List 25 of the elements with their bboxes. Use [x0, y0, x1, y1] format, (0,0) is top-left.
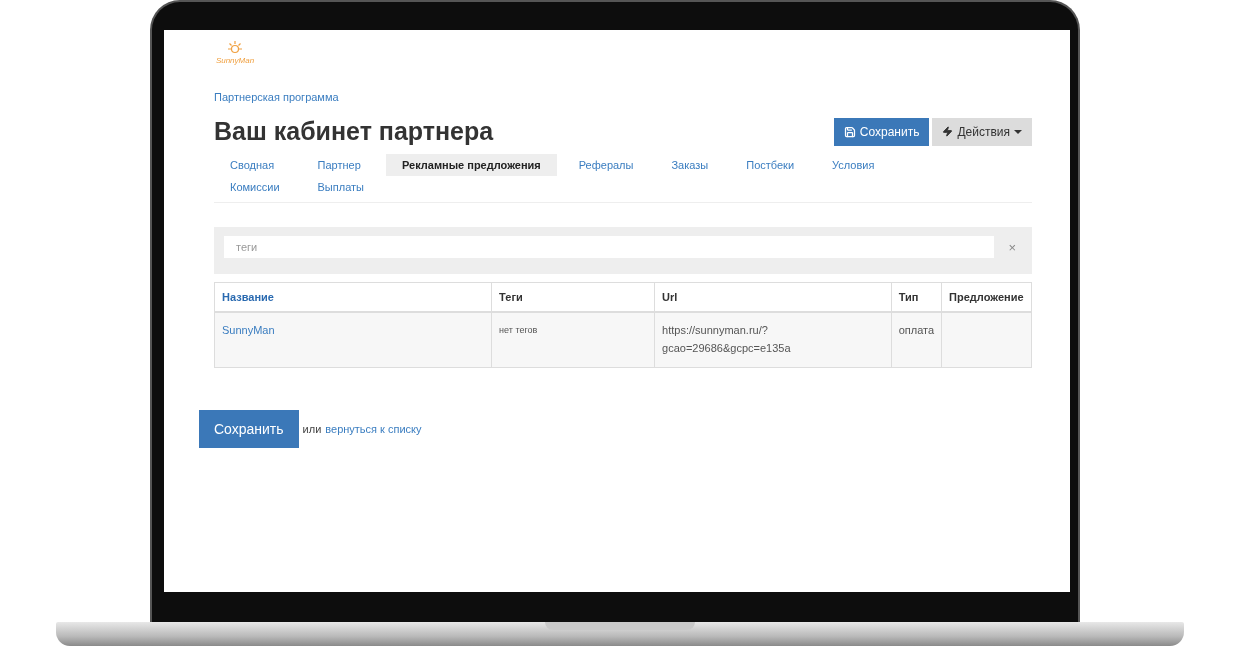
back-to-list-link[interactable]: вернуться к списку — [325, 423, 422, 435]
nav-tab[interactable]: Партнер — [301, 154, 380, 176]
offer-link[interactable]: SunnyMan — [222, 324, 275, 336]
nav-tab[interactable]: Рекламные предложения — [386, 154, 557, 176]
save-button[interactable]: Сохранить — [199, 410, 299, 448]
tags-input-field[interactable]: теги — [224, 236, 995, 258]
actions-dropdown-button[interactable]: Действия — [932, 117, 1032, 146]
clear-button[interactable]: × — [1002, 239, 1022, 255]
sun-icon — [225, 40, 245, 56]
lightning-icon — [942, 126, 954, 137]
nav-tab[interactable]: Комиссии — [214, 176, 296, 198]
table-cell: https://sunnyman.ru/?gcao=29686&gcpc=e135a — [654, 312, 892, 368]
nav-tab[interactable]: Постбеки — [730, 154, 811, 176]
nav-tab[interactable]: Условия — [816, 154, 891, 176]
page-title: Ваш кабинет партнера — [214, 117, 494, 146]
breadcrumb-link[interactable]: Партнерская программа — [214, 91, 339, 103]
table-cell: оплата — [891, 312, 942, 368]
nav-tab[interactable]: Выплаты — [301, 176, 380, 198]
or-text: или — [302, 423, 322, 435]
logo-text: SunnyMan — [215, 56, 255, 65]
nav-tab[interactable]: Заказы — [655, 154, 725, 176]
nav-tab[interactable]: Сводная — [214, 154, 296, 176]
save-button[interactable]: Сохранить — [833, 117, 930, 146]
nav-tab[interactable]: Рефералы — [562, 154, 650, 176]
table-cell: нет тегов — [491, 312, 655, 368]
